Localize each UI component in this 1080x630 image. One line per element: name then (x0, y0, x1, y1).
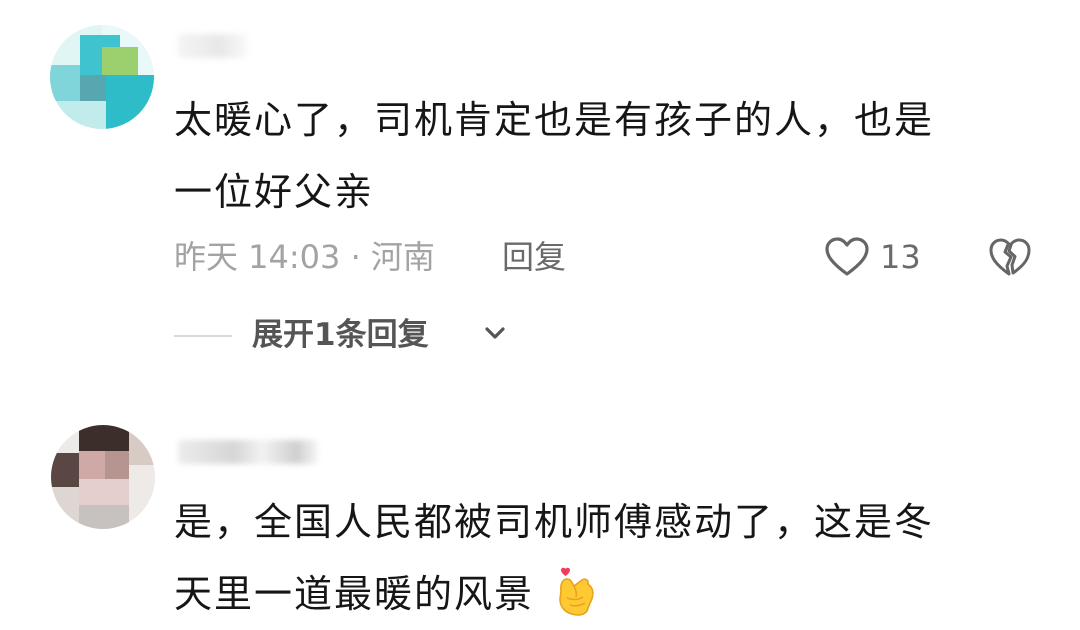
finger-heart-emoji (559, 567, 594, 616)
avatar-pixel (129, 465, 155, 529)
heart-outline-icon (825, 237, 869, 276)
expand-replies-label: 展开1条回复 (252, 317, 429, 353)
avatar-pixel (51, 453, 79, 487)
avatar[interactable] (50, 25, 154, 129)
avatar-pixel (129, 425, 155, 465)
avatar-pixel (79, 505, 129, 529)
avatar-pixel (79, 451, 105, 479)
avatar-pixel (105, 451, 129, 479)
avatar-pixel (80, 75, 106, 101)
comment-meta-row: 昨天 14:03 · 河南 回复 13 (174, 234, 1044, 280)
avatar-pixel (79, 479, 129, 505)
avatar[interactable] (51, 425, 155, 529)
reply-button[interactable]: 回复 (502, 234, 566, 280)
comment-text-line: 是，全国人民都被司机师傅感动了，这是冬 (174, 500, 935, 544)
avatar-pixel (50, 65, 80, 101)
divider (174, 335, 232, 337)
avatar-pixel (50, 101, 106, 129)
comment-text-line: 太暖心了，司机肯定也是有孩子的人，也是 (174, 98, 935, 142)
username-redacted (178, 34, 248, 58)
like-count: 13 (880, 238, 921, 276)
avatar-pixel (51, 425, 79, 453)
comment-text-line: 一位好父亲 (174, 170, 375, 214)
avatar-pixel (51, 487, 79, 529)
chevron-down-icon (485, 327, 505, 339)
comment-text: 太暖心了，司机肯定也是有孩子的人，也是 一位好父亲 (174, 84, 1034, 228)
comment-text: 是，全国人民都被司机师傅感动了，这是冬 天里一道最暖的风景 (174, 486, 1034, 630)
avatar-pixel (106, 75, 154, 129)
comment-text-line: 天里一道最暖的风景 (174, 558, 1034, 630)
broken-heart-icon[interactable] (988, 236, 1032, 280)
username-redacted (178, 440, 318, 464)
avatar-pixel (102, 47, 138, 75)
comment-timestamp-location: 昨天 14:03 · 河南 (174, 238, 435, 276)
avatar-pixel (79, 425, 129, 451)
comment-text-line-content: 天里一道最暖的风景 (174, 572, 535, 616)
